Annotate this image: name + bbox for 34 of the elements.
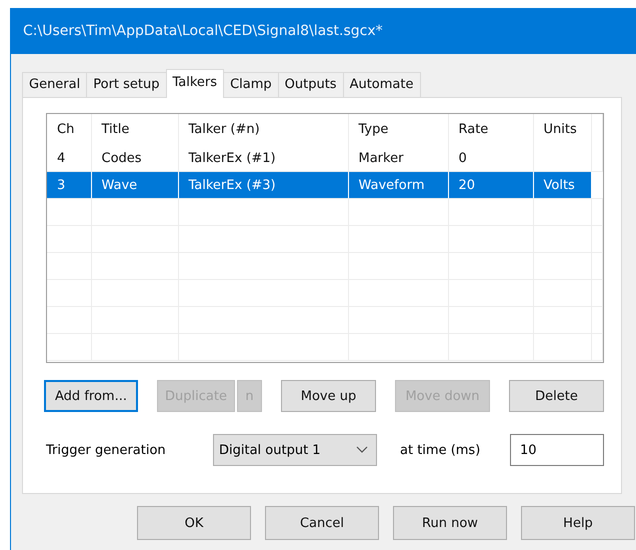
column-header[interactable]: Rate xyxy=(448,114,533,145)
table-cell: 4 xyxy=(57,150,66,166)
time-label: at time (ms) xyxy=(400,442,482,458)
column-header[interactable]: Type xyxy=(348,114,448,145)
table-cell: Wave xyxy=(102,178,138,192)
dialog-button[interactable]: Run now xyxy=(393,506,507,540)
window-title: C:\Users\Tim\AppData\Local\CED\Signal8\last.sgcx* xyxy=(11,8,636,54)
table-cell: TalkerEx (#1) xyxy=(188,150,276,166)
table-cell: 0 xyxy=(458,150,467,166)
column-header[interactable]: Ch xyxy=(47,114,91,145)
column-header[interactable]: Talker (#n) xyxy=(178,114,348,145)
table-cell: Marker xyxy=(358,150,404,166)
dialog-button[interactable]: Help xyxy=(521,506,635,540)
table-cell: 3 xyxy=(57,178,66,192)
trigger-label: Trigger generation xyxy=(46,442,167,458)
dialog-button[interactable]: Cancel xyxy=(265,506,379,540)
column-header[interactable]: Title xyxy=(91,114,178,145)
tab[interactable]: Talkers xyxy=(166,69,224,98)
action-button[interactable]: Add from... xyxy=(44,380,138,412)
time-field[interactable]: 10 xyxy=(510,434,604,466)
tab[interactable]: Automate xyxy=(342,72,420,97)
action-button[interactable]: Delete xyxy=(509,380,604,412)
column-header[interactable]: Units xyxy=(533,114,591,145)
table-cell: Volts xyxy=(544,178,575,192)
table-cell: Waveform xyxy=(358,178,424,192)
chevron-icon xyxy=(356,446,368,454)
table-cell: 20 xyxy=(458,178,476,192)
action-button[interactable]: Move up xyxy=(281,380,376,412)
table-cell: TalkerEx (#3) xyxy=(188,178,276,192)
table-cell: Codes xyxy=(102,150,142,166)
selected-row[interactable]: 3 Wave TalkerEx (#3) Waveform 20 Volts xyxy=(47,172,602,198)
output-dropdown[interactable]: Digital output 1 xyxy=(213,434,377,466)
tab[interactable]: General xyxy=(22,72,88,97)
dialog-button[interactable]: OK xyxy=(137,506,251,540)
